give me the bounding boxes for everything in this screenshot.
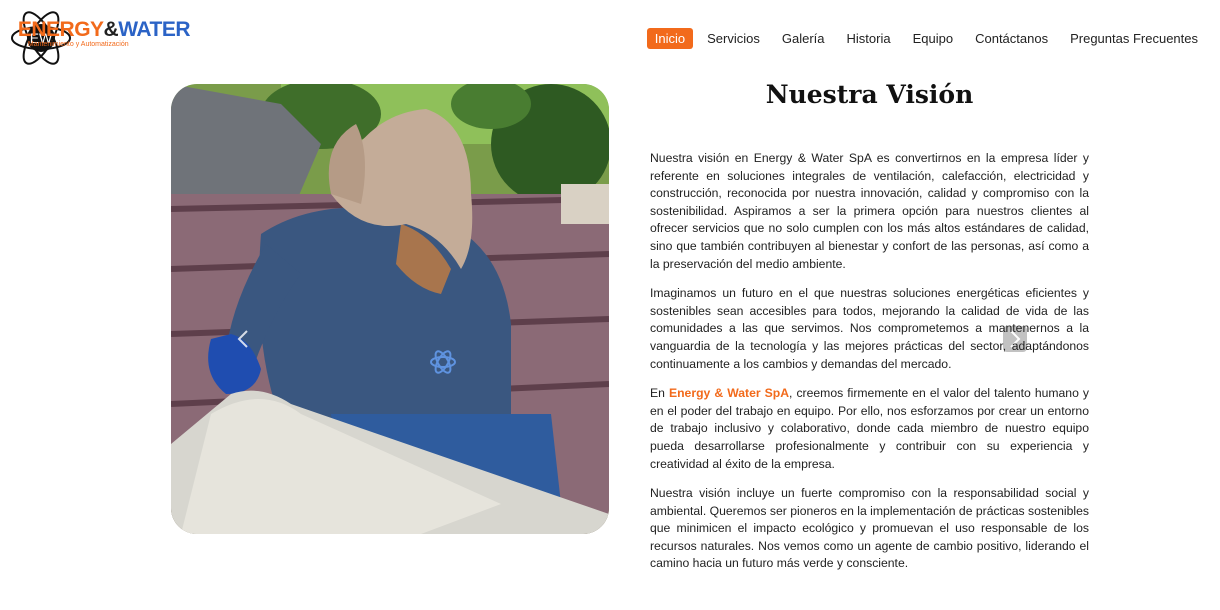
- nav-item-historia[interactable]: Historia: [839, 28, 899, 49]
- nav-item-servicios[interactable]: Servicios: [699, 28, 768, 49]
- logo-word-energy: ENERGY: [17, 18, 104, 41]
- nav-item-equipo[interactable]: Equipo: [905, 28, 961, 49]
- main-nav: Inicio Servicios Galería Historia Equipo…: [641, 28, 1206, 49]
- site-logo[interactable]: EW ENERGY&WATER Mantenimiento y Automati…: [10, 6, 190, 70]
- logo-word-water: WATER: [118, 18, 190, 41]
- vision-paragraph-4: Nuestra visión incluye un fuerte comprom…: [650, 486, 1089, 571]
- carousel-prev-button[interactable]: [231, 326, 255, 352]
- paragraph-3-prefix: En: [650, 386, 669, 401]
- nav-item-contactanos[interactable]: Contáctanos: [967, 28, 1056, 49]
- brand-name-highlight: Energy & Water SpA: [668, 386, 790, 401]
- chevron-left-icon: [237, 330, 248, 348]
- logo-word-amp: &: [103, 18, 119, 41]
- nav-item-preguntas-frecuentes[interactable]: Preguntas Frecuentes: [1062, 28, 1206, 49]
- nav-item-inicio[interactable]: Inicio: [646, 28, 694, 49]
- vision-paragraph-1: Nuestra visión en Energy & Water SpA es …: [650, 151, 1089, 271]
- section-title: Nuestra Visión: [765, 80, 974, 109]
- vision-paragraph-3: En Energy & Water SpA, creemos firmement…: [650, 385, 1089, 473]
- logo-tagline: Mantenimiento y Automatización: [27, 41, 129, 48]
- vision-body: Nuestra visión en Energy & Water SpA es …: [650, 150, 1089, 585]
- technician-photo: [171, 84, 609, 534]
- vision-paragraph-2: Imaginamos un futuro en el que nuestras …: [650, 286, 1089, 371]
- logo-wordmark: ENERGY&WATER Mantenimiento y Automatizac…: [17, 18, 191, 49]
- nav-item-galeria[interactable]: Galería: [774, 28, 833, 49]
- atom-logo-icon: EW: [10, 7, 71, 69]
- carousel-image: [171, 84, 609, 534]
